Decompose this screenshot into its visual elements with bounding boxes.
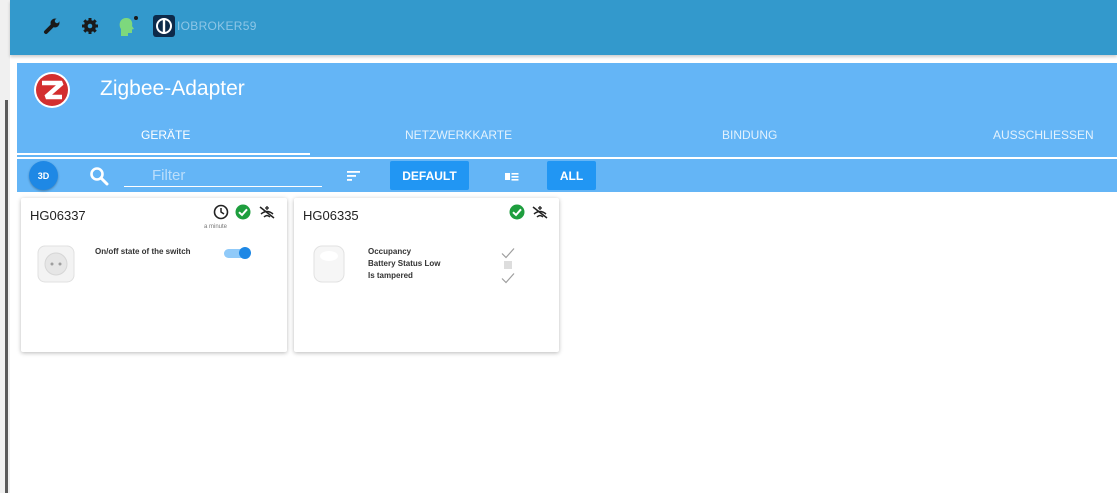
- checkmark-icon: [501, 271, 515, 289]
- link-quality-icon: [531, 204, 549, 225]
- device-name: HG06335: [303, 208, 359, 223]
- tab-ausschliessen[interactable]: AUSSCHLIESSEN: [993, 128, 1094, 142]
- indeterminate-icon: [504, 261, 512, 269]
- motion-sensor-image: [308, 242, 350, 291]
- tab-netzwerkkarte[interactable]: NETZWERKKARTE: [405, 128, 512, 142]
- zigbee-logo-icon: [33, 71, 71, 109]
- host-label: IOBROKER59: [177, 19, 257, 33]
- clock-icon: [213, 204, 229, 225]
- available-icon: [235, 204, 251, 225]
- tab-bindung[interactable]: BINDUNG: [722, 128, 777, 142]
- state-label: Is tampered: [368, 271, 413, 280]
- state-label: On/off state of the switch: [95, 247, 191, 256]
- left-edge-mark: [5, 100, 8, 493]
- state-label: Battery Status Low: [368, 259, 441, 268]
- all-button[interactable]: ALL: [547, 161, 596, 190]
- default-button[interactable]: DEFAULT: [390, 161, 469, 190]
- last-seen: a minute: [204, 224, 228, 230]
- device-name: HG06337: [30, 208, 86, 223]
- head-icon[interactable]: [116, 14, 140, 38]
- wrench-icon[interactable]: [40, 14, 64, 38]
- left-edge: [0, 0, 10, 493]
- device-toolbar: 3D DEFAULT ALL: [17, 159, 1117, 192]
- active-tab-indicator: [17, 153, 310, 155]
- 3d-view-label: 3D: [37, 170, 50, 181]
- smart-plug-image: [34, 242, 78, 291]
- 3d-view-button[interactable]: 3D: [29, 161, 58, 190]
- available-icon: [509, 204, 525, 225]
- power-logo-icon[interactable]: [152, 14, 176, 38]
- sort-icon[interactable]: [347, 169, 361, 187]
- device-card[interactable]: HG06335 Occupancy Battery Status Low Is …: [294, 198, 559, 352]
- device-card[interactable]: HG06337 a minute On/off state of the swi…: [21, 198, 287, 352]
- adapter-header: Zigbee-Adapter GERÄTE NETZWERKKARTE BIND…: [17, 63, 1117, 157]
- card-view-icon[interactable]: [505, 169, 519, 187]
- toggle-knob: [239, 247, 251, 259]
- gear-icon[interactable]: [78, 14, 102, 38]
- search-icon: [89, 166, 109, 191]
- top-bar: IOBROKER59: [10, 0, 1117, 55]
- filter-input[interactable]: [124, 163, 322, 187]
- switch-toggle[interactable]: [224, 247, 252, 259]
- adapter-title: Zigbee-Adapter: [100, 77, 245, 100]
- state-label: Occupancy: [368, 247, 412, 256]
- link-quality-icon: [258, 204, 276, 225]
- tab-geraete[interactable]: GERÄTE: [141, 128, 190, 142]
